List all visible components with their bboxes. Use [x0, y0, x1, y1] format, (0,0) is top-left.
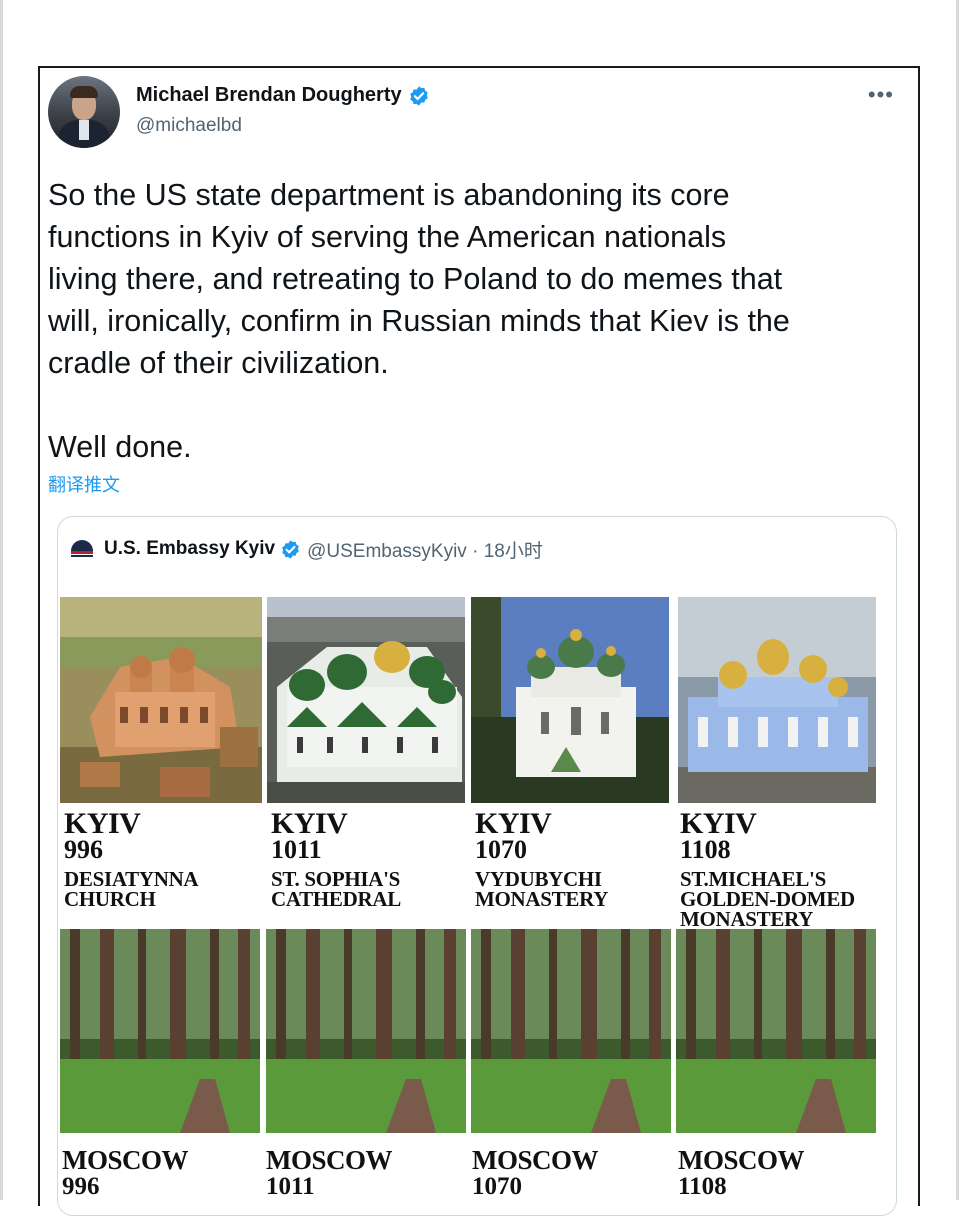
caption-place: VYDUBYCHI — [475, 867, 602, 891]
author-name-row: Michael Brendan Dougherty — [136, 84, 430, 107]
author-name[interactable]: Michael Brendan Dougherty — [136, 84, 402, 107]
caption-place: ST.MICHAEL'S — [680, 867, 826, 891]
embassy-logo-icon — [68, 535, 96, 563]
caption-place: MONASTERY — [475, 887, 609, 911]
translate-tweet-link[interactable]: 翻译推文 — [48, 471, 120, 497]
moscow-caption: MOSCOW 1108 — [678, 1145, 805, 1200]
caption-year: 996 — [62, 1173, 100, 1200]
kyiv-caption: KYIV 996 DESIATYNNA CHURCH — [64, 809, 199, 911]
st-sophia-cathedral-image — [267, 597, 465, 803]
verified-badge-icon — [409, 85, 428, 106]
caption-city: MOSCOW — [678, 1145, 805, 1175]
caption-city: MOSCOW — [266, 1145, 393, 1175]
tweet-card: Michael Brendan Dougherty @michaelbd •••… — [38, 66, 920, 1216]
moscow-caption: MOSCOW 996 — [62, 1145, 189, 1200]
moscow-caption: MOSCOW 1070 — [472, 1145, 599, 1200]
caption-year: 996 — [64, 835, 103, 864]
tweet-text-line: So the US state department is abandoning… — [48, 178, 730, 212]
forest-image — [60, 929, 260, 1133]
caption-year: 1070 — [472, 1173, 522, 1200]
caption-year: 1108 — [678, 1173, 727, 1200]
caption-city: MOSCOW — [472, 1145, 599, 1175]
moscow-caption: MOSCOW 1011 — [266, 1145, 393, 1200]
kyiv-caption: KYIV 1070 VYDUBYCHI MONASTERY — [475, 809, 609, 911]
author-handle[interactable]: @michaelbd — [136, 115, 242, 137]
caption-place: GOLDEN-DOMED — [680, 887, 855, 911]
forest-image — [676, 929, 876, 1133]
tweet-text-line: functions in Kyiv of serving the America… — [48, 220, 727, 254]
tweet-closing-line: Well done. — [48, 430, 192, 464]
tweet-text: So the US state department is abandoning… — [48, 174, 908, 468]
caption-city: MOSCOW — [62, 1145, 189, 1175]
quoted-handle-time[interactable]: @USEmbassyKyiv · 18小时 — [307, 536, 543, 563]
verified-badge-icon — [282, 539, 299, 559]
caption-place: ST. SOPHIA'S — [271, 867, 401, 891]
quoted-tweet-header: U.S. Embassy Kyiv @USEmbassyKyiv · 18小时 — [68, 535, 543, 563]
avatar[interactable] — [48, 76, 120, 148]
more-options-icon[interactable]: ••• — [868, 82, 894, 108]
desiatynna-church-image — [60, 597, 262, 803]
caption-place: CATHEDRAL — [271, 887, 401, 911]
meme-image[interactable]: KYIV 996 DESIATYNNA CHURCH KYIV 1011 ST.… — [58, 597, 896, 1215]
forest-image — [471, 929, 671, 1133]
tweet-text-line: living there, and retreating to Poland t… — [48, 262, 783, 296]
tweet-text-line: will, ironically, confirm in Russian min… — [48, 304, 790, 338]
kyiv-caption: KYIV 1108 ST.MICHAEL'S GOLDEN-DOMED MONA… — [680, 809, 855, 931]
quoted-tweet[interactable]: U.S. Embassy Kyiv @USEmbassyKyiv · 18小时 — [57, 516, 897, 1216]
caption-place: CHURCH — [64, 887, 156, 911]
caption-year: 1108 — [680, 835, 731, 864]
caption-year: 1011 — [271, 835, 322, 864]
caption-place: DESIATYNNA — [64, 867, 199, 891]
st-michaels-monastery-image — [678, 597, 876, 803]
kyiv-caption: KYIV 1011 ST. SOPHIA'S CATHEDRAL — [271, 809, 401, 911]
caption-year: 1070 — [475, 835, 527, 864]
vydubychi-monastery-image — [471, 597, 669, 803]
caption-place: MONASTERY — [680, 907, 814, 931]
caption-year: 1011 — [266, 1173, 315, 1200]
quoted-author-name[interactable]: U.S. Embassy Kyiv — [104, 538, 275, 560]
tweet-text-line: cradle of their civilization. — [48, 346, 389, 380]
frame-left-border — [0, 0, 3, 1200]
forest-image — [266, 929, 466, 1133]
